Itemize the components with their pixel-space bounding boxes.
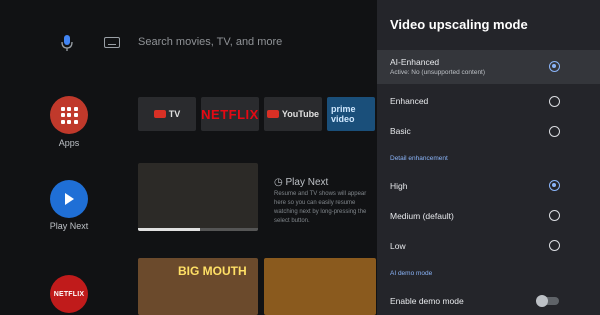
netflix-channel-button[interactable]: NETFLIX <box>50 275 88 313</box>
demo-mode-label: Enable demo mode <box>390 296 464 306</box>
settings-panel: Video upscaling mode AI-Enhanced Active:… <box>377 0 600 315</box>
option-label: Low <box>390 241 406 251</box>
play-next-button[interactable] <box>50 180 88 218</box>
content-thumbnail[interactable]: BIG MOUTH <box>138 258 258 315</box>
option-basic[interactable]: Basic <box>377 120 600 142</box>
option-enhanced[interactable]: Enhanced <box>377 90 600 112</box>
option-sublabel: Active: No (unsupported content) <box>390 69 486 76</box>
youtube-tile[interactable]: YouTube <box>264 97 322 131</box>
netflix-tile[interactable]: NETFLIX <box>201 97 259 131</box>
toggle-knob <box>536 295 548 307</box>
option-label: High <box>390 181 408 191</box>
play-next-card[interactable] <box>138 163 258 231</box>
radio-icon[interactable] <box>549 126 560 137</box>
option-low[interactable]: Low <box>377 235 600 257</box>
option-label: Medium (default) <box>390 211 454 221</box>
radio-icon[interactable] <box>549 210 560 221</box>
section-header-demo: AI demo mode <box>390 270 433 277</box>
thumbnail-title: BIG MOUTH <box>178 264 247 278</box>
youtube-logo-icon <box>153 110 166 118</box>
demo-mode-row[interactable]: Enable demo mode <box>377 290 600 312</box>
radio-icon[interactable] <box>549 96 560 107</box>
apps-label: Apps <box>58 138 80 148</box>
play-next-label: Play Next <box>49 221 89 231</box>
apps-button[interactable] <box>50 96 88 134</box>
radio-selected-icon[interactable] <box>549 61 560 72</box>
option-medium[interactable]: Medium (default) <box>377 205 600 227</box>
search-input[interactable]: Search movies, TV, and more <box>138 36 282 48</box>
panel-title: Video upscaling mode <box>390 17 528 32</box>
youtube-tv-label: TV <box>168 109 181 119</box>
play-icon <box>65 193 74 205</box>
option-ai-enhanced[interactable]: AI-Enhanced Active: No (unsupported cont… <box>377 50 600 84</box>
mic-icon[interactable] <box>60 34 74 52</box>
option-high[interactable]: High <box>377 175 600 197</box>
option-label: Enhanced <box>390 96 429 106</box>
radio-icon[interactable] <box>549 240 560 251</box>
youtube-tv-tile[interactable]: TV <box>138 97 196 131</box>
option-label: Basic <box>390 126 411 136</box>
prime-video-tile[interactable]: prime video <box>327 97 375 131</box>
youtube-label: YouTube <box>281 109 320 119</box>
play-next-title: ◷ Play Next <box>274 177 329 188</box>
demo-mode-toggle[interactable] <box>536 295 559 307</box>
option-label: AI-Enhanced <box>390 57 440 67</box>
content-thumbnail[interactable] <box>264 258 376 315</box>
clock-icon: ◷ <box>274 177 286 188</box>
radio-selected-icon[interactable] <box>549 180 560 191</box>
play-next-description: Resume and TV shows will appear here so … <box>274 191 367 224</box>
grid-icon <box>60 106 78 124</box>
section-header-detail: Detail enhancement <box>390 155 448 162</box>
keyboard-icon[interactable] <box>104 37 120 48</box>
youtube-logo-icon <box>266 110 279 118</box>
progress-bar <box>138 228 258 231</box>
